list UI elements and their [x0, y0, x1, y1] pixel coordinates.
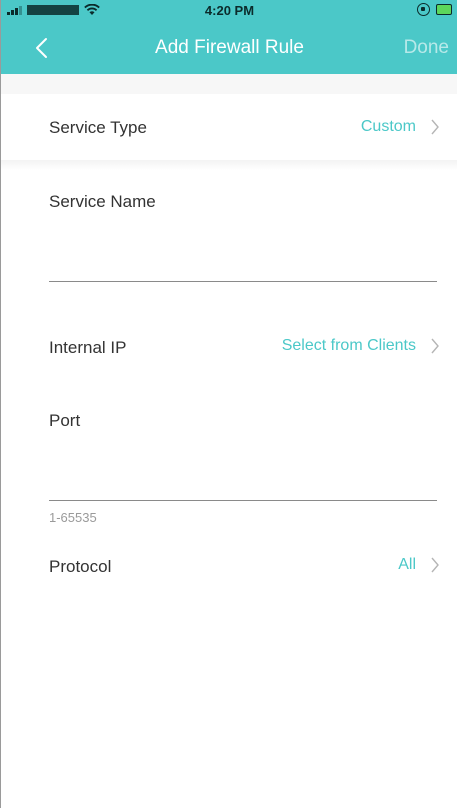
- service-type-value: Custom: [360, 118, 416, 135]
- orientation-lock-icon: [417, 3, 430, 16]
- top-spacer: [1, 74, 457, 94]
- service-name-label: Service Name: [49, 192, 156, 211]
- battery-icon: [436, 4, 452, 15]
- chevron-right-icon: [430, 338, 440, 354]
- service-name-input[interactable]: [49, 248, 437, 278]
- internal-ip-row[interactable]: Internal IP Select from Clients: [1, 316, 457, 376]
- status-time: 4:20 PM: [204, 3, 255, 18]
- chevron-right-icon: [430, 119, 440, 135]
- service-type-label: Service Type: [49, 118, 147, 137]
- status-right: [417, 3, 452, 16]
- nav-bar: Add Firewall Rule Done: [1, 22, 457, 74]
- section-divider: [1, 160, 457, 170]
- status-bar: 4:20 PM: [1, 0, 457, 22]
- service-name-underline: [49, 281, 437, 282]
- port-input[interactable]: [49, 466, 437, 496]
- protocol-label: Protocol: [49, 557, 112, 576]
- done-button[interactable]: Done: [404, 37, 449, 59]
- internal-ip-label: Internal IP: [49, 338, 127, 357]
- phone-screen: 4:20 PM Add Firewall Rule Done Service T…: [0, 0, 457, 808]
- select-from-clients-link[interactable]: Select from Clients: [282, 337, 416, 355]
- service-type-row[interactable]: Service Type Custom: [1, 97, 457, 157]
- port-range-hint: 1-65535: [49, 510, 97, 525]
- protocol-row[interactable]: Protocol All: [1, 536, 457, 596]
- chevron-right-icon: [430, 557, 440, 573]
- port-underline: [49, 500, 437, 501]
- protocol-value: All: [398, 556, 416, 573]
- port-label: Port: [49, 411, 81, 430]
- page-title: Add Firewall Rule: [155, 37, 304, 58]
